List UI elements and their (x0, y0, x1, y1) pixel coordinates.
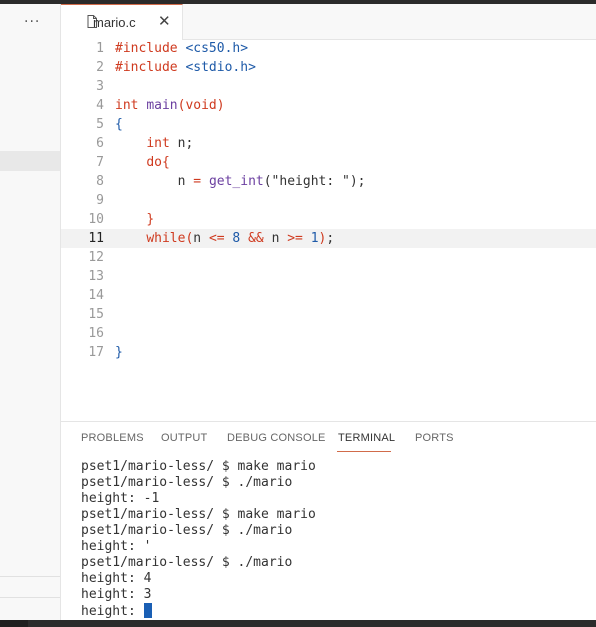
terminal-line: pset1/mario-less/ $ make mario (81, 459, 316, 474)
window-bottom-border (0, 620, 596, 627)
line-number: 12 (88, 250, 104, 265)
code-text: n = get_int("height: "); (115, 174, 366, 189)
code-line[interactable]: 8 n = get_int("height: "); (61, 172, 596, 191)
tab-output[interactable]: OUTPUT (161, 432, 207, 444)
code-text: int main(void) (115, 98, 225, 113)
code-text: while(n <= 8 && n >= 1); (146, 231, 335, 246)
code-text: } (146, 212, 155, 227)
code-line[interactable]: 17} (61, 343, 596, 362)
terminal-line: height: -1 (81, 491, 160, 506)
code-editor[interactable]: 1 #include <cs50.h> 2 #include <stdio.h> 3 4 i… (61, 40, 596, 421)
terminal-line: height: 3 (81, 587, 152, 602)
line-number: 7 (96, 155, 104, 170)
code-line[interactable]: 2 #include <stdio.h> (61, 58, 596, 77)
terminal-line: height: 4 (81, 571, 152, 586)
line-number: 8 (96, 174, 104, 189)
line-number: 2 (96, 60, 104, 75)
more-icon[interactable]: ··· (24, 14, 40, 30)
code-line[interactable]: 14 (61, 286, 596, 305)
terminal-line: pset1/mario-less/ $ ./mario (81, 475, 293, 490)
terminal-line: pset1/mario-less/ $ make mario (81, 507, 316, 522)
sidebar-divider (0, 597, 60, 598)
line-number: 4 (96, 98, 104, 113)
terminal-line: pset1/mario-less/ $ ./mario (81, 523, 293, 538)
line-number: 1 (96, 41, 104, 56)
sidebar-selected-row[interactable] (0, 151, 60, 171)
line-number: 6 (96, 136, 104, 151)
line-number: 5 (96, 117, 104, 132)
code-text: int n; (146, 136, 194, 151)
editor-tab-bar: mario.c ✕ (61, 4, 596, 40)
code-text: #include <cs50.h> (115, 41, 249, 56)
terminal-line: height: (81, 603, 316, 619)
line-number: 14 (88, 288, 104, 303)
code-line[interactable]: 9 (61, 191, 596, 210)
bottom-panel: PROBLEMS OUTPUT DEBUG CONSOLE TERMINAL P… (61, 421, 596, 621)
line-number: 16 (88, 326, 104, 341)
code-line[interactable]: 10 } (61, 210, 596, 229)
code-line[interactable]: 3 (61, 77, 596, 96)
terminal-line: height: ' (81, 539, 152, 554)
line-number: 9 (96, 193, 104, 208)
code-line[interactable]: 7 do{ (61, 153, 596, 172)
line-number: 17 (88, 345, 104, 360)
sidebar: ··· (0, 4, 61, 620)
line-number: 11 (88, 231, 104, 246)
code-text: } (115, 345, 123, 360)
line-number: 10 (88, 212, 104, 227)
code-line[interactable]: 11 while(n <= 8 && n >= 1); (61, 229, 596, 248)
terminal-line: pset1/mario-less/ $ ./mario (81, 555, 293, 570)
code-text: do{ (146, 155, 170, 170)
tab-ports[interactable]: PORTS (415, 432, 454, 444)
terminal-output[interactable]: pset1/mario-less/ $ make mario pset1/mari… (81, 459, 316, 619)
sidebar-divider (0, 576, 60, 577)
tab-terminal[interactable]: TERMINAL (338, 432, 395, 444)
code-line[interactable]: 13 (61, 267, 596, 286)
line-number: 13 (88, 269, 104, 284)
tab-mario-c[interactable]: mario.c ✕ (61, 4, 183, 40)
line-number: 15 (88, 307, 104, 322)
tab-label: mario.c (93, 15, 136, 30)
code-line[interactable]: 1 #include <cs50.h> (61, 39, 596, 58)
code-line[interactable]: 16 (61, 324, 596, 343)
close-icon[interactable]: ✕ (158, 12, 171, 30)
code-line[interactable]: 6 int n; (61, 134, 596, 153)
code-text: #include <stdio.h> (115, 60, 256, 75)
code-line[interactable]: 15 (61, 305, 596, 324)
code-line[interactable]: 5{ (61, 115, 596, 134)
terminal-cursor (143, 603, 152, 618)
code-line[interactable]: 4 int main(void) (61, 96, 596, 115)
tab-debug-console[interactable]: DEBUG CONSOLE (227, 432, 326, 444)
tab-problems[interactable]: PROBLEMS (81, 432, 144, 444)
line-number: 3 (96, 79, 104, 94)
active-tab-indicator (337, 451, 391, 452)
code-text: { (115, 117, 123, 132)
code-line[interactable]: 12 (61, 248, 596, 267)
